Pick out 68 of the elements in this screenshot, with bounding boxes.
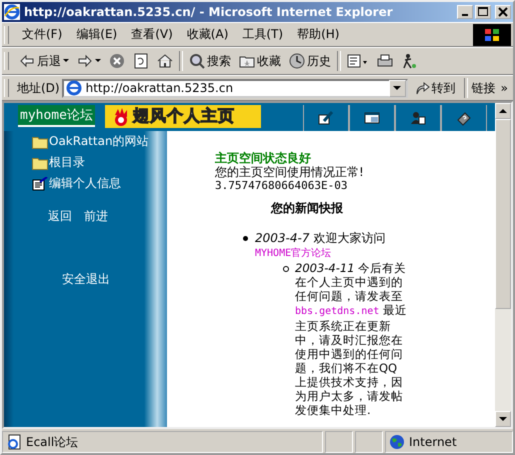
chevron-button[interactable]: »: [498, 81, 511, 95]
forum-link[interactable]: MYHOME官方论坛: [255, 248, 332, 259]
address-label: 地址(D): [17, 80, 60, 96]
bullet-icon: [243, 236, 248, 241]
nav-link[interactable]: 前进: [84, 208, 108, 225]
browser-logo-icon: [4, 4, 20, 20]
go-button[interactable]: 转到: [410, 80, 460, 96]
minimize-icon: [462, 14, 468, 16]
back-button[interactable]: 后退: [15, 52, 73, 70]
news-heading: 您的新闻快报: [271, 201, 344, 215]
maximize-button[interactable]: [475, 5, 491, 19]
document-icon: [347, 53, 369, 69]
notepad-icon: [32, 176, 48, 190]
status-pane: [355, 431, 383, 453]
windows-logo-icon: [484, 26, 500, 42]
history-button[interactable]: 历史: [285, 52, 335, 70]
printer-icon: [377, 53, 393, 69]
folder-icon: [32, 156, 48, 170]
status-text: 您的主页空间使用情况正常!: [215, 165, 365, 179]
sidebar-link[interactable]: 根目录: [49, 154, 85, 171]
caret-icon: [63, 59, 69, 63]
maximize-icon: [478, 7, 488, 17]
home-icon: [157, 53, 173, 69]
person-icon: [401, 53, 417, 69]
search-button[interactable]: 搜索: [185, 52, 235, 70]
nav-link[interactable]: 返回: [48, 208, 72, 225]
globe-icon: [389, 434, 405, 450]
menu-item[interactable]: 编辑(E): [69, 26, 124, 43]
curved-arrow-icon: [414, 80, 430, 96]
sidebar-link[interactable]: OakRattan的网站: [49, 133, 149, 150]
down-arrow-icon: [499, 417, 507, 421]
zone-label: Internet: [409, 435, 457, 449]
menu-item[interactable]: 收藏(A): [180, 26, 236, 43]
usage-value: 3.75747680664063E-03: [215, 179, 348, 193]
address-field[interactable]: http://oakrattan.5235.cn: [62, 78, 408, 98]
menu-item[interactable]: 工具(T): [235, 26, 290, 43]
caret-icon: [95, 59, 101, 63]
links-label[interactable]: 链接: [472, 80, 496, 96]
close-icon: [498, 7, 508, 17]
status-pane: [325, 431, 353, 453]
site-banner: 翅风个人主页: [104, 105, 261, 128]
sidebar-link[interactable]: 编辑个人信息: [49, 175, 121, 192]
up-arrow-icon: [499, 109, 507, 113]
clock-icon: [289, 53, 305, 69]
minimize-button[interactable]: [457, 5, 473, 19]
refresh-icon: [133, 53, 149, 69]
caret-icon: [393, 86, 402, 90]
news-item: 2003-4-11 今后有关在个人主页中遇到的任何问题，请发表至 bbs.getdns.net 最近主页系统正在更新中，请及时汇报您在使用中遇到的任何问题，我们将不在QQ上提供技术支持，因为用户太多，请发帖发便集中处理.: [295, 261, 407, 417]
search-icon: [189, 53, 205, 69]
bullet-icon: [283, 266, 289, 272]
forum-link[interactable]: myhome论坛: [18, 105, 95, 127]
logout-link[interactable]: 安全退出: [62, 271, 167, 288]
menu-item[interactable]: 查看(V): [124, 26, 180, 43]
favorites-button[interactable]: 收藏: [235, 52, 285, 70]
forward-arrow-icon: [77, 53, 93, 69]
bbs-link[interactable]: bbs.getdns.net: [295, 306, 380, 317]
vertical-scrollbar[interactable]: [495, 103, 511, 427]
menu-item[interactable]: 文件(F): [15, 26, 70, 43]
folder-icon: [32, 134, 48, 148]
news-item: 2003-4-7 欢迎大家访问 MYHOME官方论坛: [255, 231, 386, 259]
back-arrow-icon: [19, 53, 35, 69]
stop-icon: [109, 53, 125, 69]
status-heading: 主页空间状态良好: [215, 151, 312, 165]
status-text: Ecall论坛: [26, 434, 78, 450]
menu-item[interactable]: 帮助(H): [290, 26, 346, 43]
window-title: http://oakrattan.5235.cn/ - Microsoft Internet Explorer: [24, 5, 394, 19]
close-button[interactable]: [495, 5, 511, 19]
dropdown-button[interactable]: [388, 80, 406, 96]
